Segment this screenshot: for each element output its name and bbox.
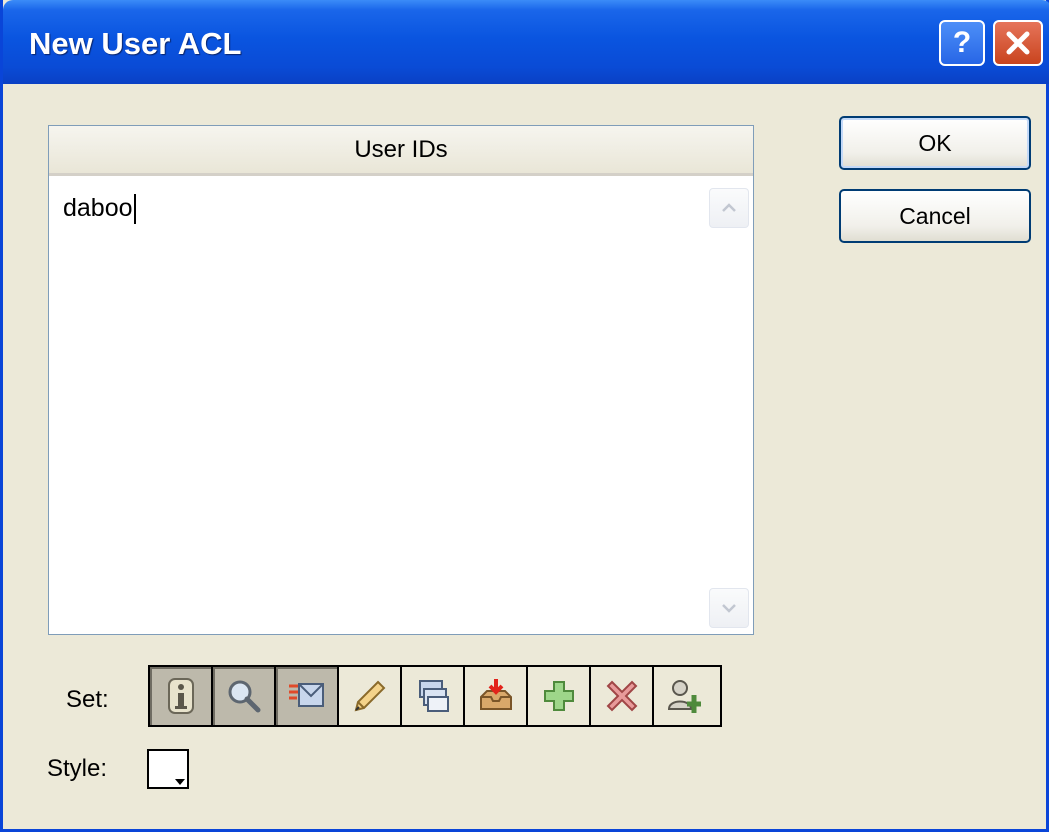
user-id-text: daboo [63,194,133,222]
magnifier-icon [228,680,260,713]
chevron-up-icon [722,203,736,212]
ok-button[interactable]: OK [839,116,1031,170]
window-title: New User ACL [29,26,242,61]
scroll-up-button[interactable] [709,188,749,228]
vertical-scrollbar[interactable] [707,178,751,633]
right-toggle-post[interactable] [465,667,528,725]
right-toggle-insert[interactable] [402,667,465,725]
help-icon: ? [952,26,972,59]
right-toggle-create[interactable] [528,667,591,725]
user-ids-column-header[interactable]: User IDs [49,126,753,176]
help-button[interactable]: ? [939,20,985,66]
cancel-button[interactable]: Cancel [839,189,1031,243]
message-flag-icon [288,683,324,707]
user-ids-list[interactable]: User IDs daboo [48,125,754,635]
style-popup-button[interactable] [147,749,189,789]
right-toggle-flags[interactable] [276,667,339,725]
right-toggle-delete[interactable] [591,667,654,725]
dialog-window: New User ACL ? User IDs daboo OK Cancel … [0,0,1049,832]
chevron-down-icon [722,604,736,613]
right-toggle-admin[interactable] [654,667,717,725]
dropdown-arrow-icon [175,779,185,785]
user-ids-header-label: User IDs [354,135,448,163]
delete-x-icon [606,680,637,712]
user-id-entry[interactable]: daboo [63,194,136,225]
close-icon [1006,31,1030,55]
right-toggle-lookup[interactable] [213,667,276,725]
add-plus-icon [543,681,574,711]
pencil-icon [354,680,385,712]
style-label: Style: [47,755,108,782]
info-icon [167,678,194,714]
set-label: Set: [66,686,109,713]
inbox-download-icon [479,679,512,710]
stack-icon [418,680,449,712]
rights-toolbar [148,665,722,727]
text-caret [133,194,136,225]
right-toggle-info[interactable] [150,667,213,725]
close-button[interactable] [993,20,1043,66]
add-user-icon [667,680,701,713]
scroll-down-button[interactable] [709,588,749,628]
right-toggle-write[interactable] [339,667,402,725]
title-bar[interactable]: New User ACL ? [3,0,1049,84]
